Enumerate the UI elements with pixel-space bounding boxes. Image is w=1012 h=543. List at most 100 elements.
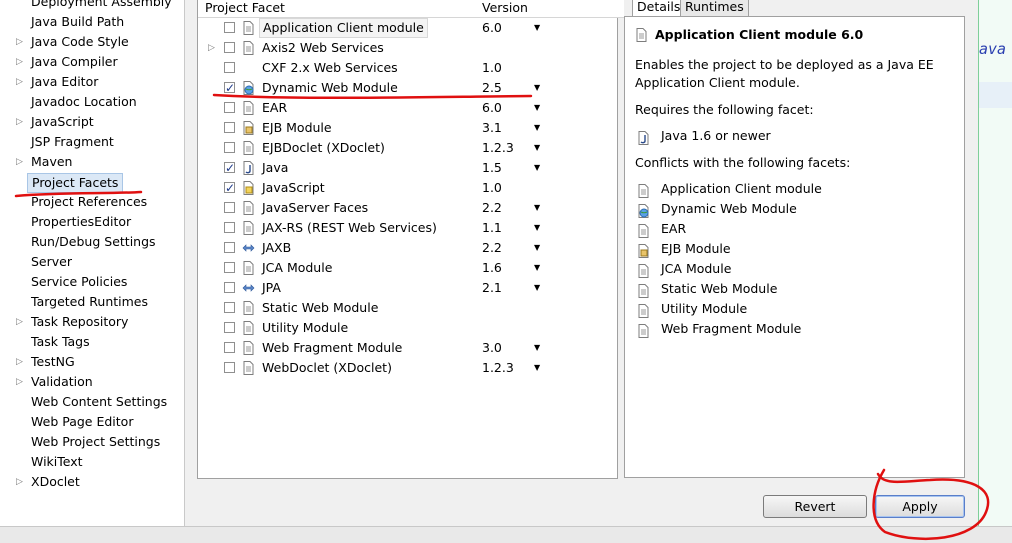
facet-row[interactable]: JCA Module 1.6 ▼ bbox=[198, 258, 617, 278]
facet-row[interactable]: Static Web Module bbox=[198, 298, 617, 318]
facet-checkbox[interactable] bbox=[224, 242, 235, 253]
nav-item-service-policies[interactable]: Service Policies bbox=[31, 272, 127, 292]
facet-row[interactable]: JAXB 2.2 ▼ bbox=[198, 238, 617, 258]
facet-checkbox[interactable] bbox=[224, 322, 235, 333]
facet-checkbox[interactable] bbox=[224, 282, 235, 293]
facet-row[interactable]: JavaScript 1.0 bbox=[198, 178, 617, 198]
facet-version[interactable]: 1.1 bbox=[482, 218, 502, 238]
version-dropdown-icon[interactable]: ▼ bbox=[534, 238, 540, 258]
version-dropdown-icon[interactable]: ▼ bbox=[534, 198, 540, 218]
facet-checkbox[interactable] bbox=[224, 158, 235, 178]
nav-item-java-compiler[interactable]: Java Compiler bbox=[31, 52, 118, 72]
facet-checkbox[interactable] bbox=[224, 42, 235, 53]
facet-row[interactable]: Java 1.5 ▼ bbox=[198, 158, 617, 178]
nav-item-run-debug-settings[interactable]: Run/Debug Settings bbox=[31, 232, 156, 252]
facet-version[interactable]: 6.0 bbox=[482, 18, 502, 38]
facet-checkbox[interactable] bbox=[224, 362, 235, 373]
tab-details[interactable]: Details bbox=[632, 0, 686, 16]
facet-checkbox[interactable] bbox=[224, 262, 235, 273]
facet-row[interactable]: EJB Module 3.1 ▼ bbox=[198, 118, 617, 138]
version-dropdown-icon[interactable]: ▼ bbox=[534, 118, 540, 138]
facet-checkbox[interactable] bbox=[224, 62, 235, 73]
nav-item-maven[interactable]: Maven bbox=[31, 152, 72, 172]
version-dropdown-icon[interactable]: ▼ bbox=[534, 338, 540, 358]
facet-checkbox[interactable] bbox=[224, 22, 235, 33]
facet-row[interactable]: JAX-RS (REST Web Services) 1.1 ▼ bbox=[198, 218, 617, 238]
version-dropdown-icon[interactable]: ▼ bbox=[534, 158, 540, 178]
facet-version[interactable]: 1.2.3 bbox=[482, 358, 514, 378]
version-dropdown-icon[interactable]: ▼ bbox=[534, 138, 540, 158]
facet-version[interactable]: 6.0 bbox=[482, 98, 502, 118]
facet-version[interactable]: 1.6 bbox=[482, 258, 502, 278]
column-header-version[interactable]: Version bbox=[475, 0, 624, 18]
facet-row[interactable]: Web Fragment Module 3.0 ▼ bbox=[198, 338, 617, 358]
nav-item-validation[interactable]: Validation bbox=[31, 372, 93, 392]
nav-item-javascript[interactable]: JavaScript bbox=[31, 112, 94, 132]
facet-version[interactable]: 1.2.3 bbox=[482, 138, 514, 158]
expand-arrow-icon[interactable]: ▷ bbox=[16, 152, 24, 172]
expand-arrow-icon[interactable]: ▷ bbox=[16, 32, 24, 52]
revert-button[interactable]: Revert bbox=[763, 495, 867, 518]
version-dropdown-icon[interactable]: ▼ bbox=[534, 98, 540, 118]
nav-item-wikitext[interactable]: WikiText bbox=[31, 452, 83, 472]
facet-version[interactable]: 3.1 bbox=[482, 118, 502, 138]
facet-checkbox[interactable] bbox=[224, 178, 235, 198]
facet-checkbox[interactable] bbox=[224, 222, 235, 233]
nav-item-java-editor[interactable]: Java Editor bbox=[31, 72, 98, 92]
nav-item-project-facets[interactable]: Project Facets bbox=[27, 173, 124, 193]
nav-item-web-project-settings[interactable]: Web Project Settings bbox=[31, 432, 160, 452]
nav-item-deployment-assembly[interactable]: Deployment Assembly bbox=[31, 0, 172, 12]
nav-item-jsp-fragment[interactable]: JSP Fragment bbox=[31, 132, 114, 152]
facet-row[interactable]: Utility Module bbox=[198, 318, 617, 338]
apply-button[interactable]: Apply bbox=[875, 495, 965, 518]
nav-item-xdoclet[interactable]: XDoclet bbox=[31, 472, 80, 492]
facet-checkbox[interactable] bbox=[224, 142, 235, 153]
facet-checkbox[interactable] bbox=[224, 102, 235, 113]
tab-runtimes[interactable]: Runtimes bbox=[680, 0, 749, 17]
nav-item-server[interactable]: Server bbox=[31, 252, 72, 272]
nav-item-web-content-settings[interactable]: Web Content Settings bbox=[31, 392, 167, 412]
facet-version[interactable]: 1.5 bbox=[482, 158, 502, 178]
expand-arrow-icon[interactable]: ▷ bbox=[16, 352, 24, 372]
nav-item-task-tags[interactable]: Task Tags bbox=[31, 332, 90, 352]
facet-version[interactable]: 3.0 bbox=[482, 338, 502, 358]
facet-checkbox[interactable] bbox=[224, 342, 235, 353]
facet-row[interactable]: JavaServer Faces 2.2 ▼ bbox=[198, 198, 617, 218]
nav-item-javadoc-location[interactable]: Javadoc Location bbox=[31, 92, 137, 112]
facet-checkbox[interactable] bbox=[224, 202, 235, 213]
facet-row[interactable]: Application Client module 6.0 ▼ bbox=[198, 18, 617, 38]
nav-item-task-repository[interactable]: Task Repository bbox=[31, 312, 128, 332]
facet-row[interactable]: EJBDoclet (XDoclet) 1.2.3 ▼ bbox=[198, 138, 617, 158]
nav-item-targeted-runtimes[interactable]: Targeted Runtimes bbox=[31, 292, 148, 312]
version-dropdown-icon[interactable]: ▼ bbox=[534, 358, 540, 378]
nav-item-java-code-style[interactable]: Java Code Style bbox=[31, 32, 129, 52]
facet-version[interactable]: 2.5 bbox=[482, 78, 502, 98]
version-dropdown-icon[interactable]: ▼ bbox=[534, 218, 540, 238]
facet-row[interactable]: Dynamic Web Module 2.5 ▼ bbox=[198, 78, 617, 98]
facet-checkbox[interactable] bbox=[224, 122, 235, 133]
nav-item-java-build-path[interactable]: Java Build Path bbox=[31, 12, 124, 32]
expand-arrow-icon[interactable]: ▷ bbox=[16, 472, 24, 492]
nav-item-testng[interactable]: TestNG bbox=[31, 352, 75, 372]
facet-checkbox[interactable] bbox=[224, 78, 235, 98]
facet-row[interactable]: WebDoclet (XDoclet) 1.2.3 ▼ bbox=[198, 358, 617, 378]
expand-arrow-icon[interactable]: ▷ bbox=[16, 52, 24, 72]
expand-arrow-icon[interactable]: ▷ bbox=[208, 38, 216, 58]
version-dropdown-icon[interactable]: ▼ bbox=[534, 258, 540, 278]
facet-row[interactable]: CXF 2.x Web Services 1.0 bbox=[198, 58, 617, 78]
expand-arrow-icon[interactable]: ▷ bbox=[16, 72, 24, 92]
nav-item-project-references[interactable]: Project References bbox=[31, 192, 147, 212]
nav-item-web-page-editor[interactable]: Web Page Editor bbox=[31, 412, 133, 432]
version-dropdown-icon[interactable]: ▼ bbox=[534, 78, 540, 98]
nav-item-propertieseditor[interactable]: PropertiesEditor bbox=[31, 212, 131, 232]
column-header-project-facet[interactable]: Project Facet bbox=[198, 0, 482, 18]
facet-checkbox[interactable] bbox=[224, 302, 235, 313]
facet-version[interactable]: 1.0 bbox=[482, 58, 502, 78]
facet-version[interactable]: 2.1 bbox=[482, 278, 502, 298]
facet-row[interactable]: JPA 2.1 ▼ bbox=[198, 278, 617, 298]
facet-version[interactable]: 2.2 bbox=[482, 238, 502, 258]
expand-arrow-icon[interactable]: ▷ bbox=[16, 112, 24, 132]
version-dropdown-icon[interactable]: ▼ bbox=[534, 278, 540, 298]
facet-version[interactable]: 1.0 bbox=[482, 178, 502, 198]
version-dropdown-icon[interactable]: ▼ bbox=[534, 18, 540, 38]
